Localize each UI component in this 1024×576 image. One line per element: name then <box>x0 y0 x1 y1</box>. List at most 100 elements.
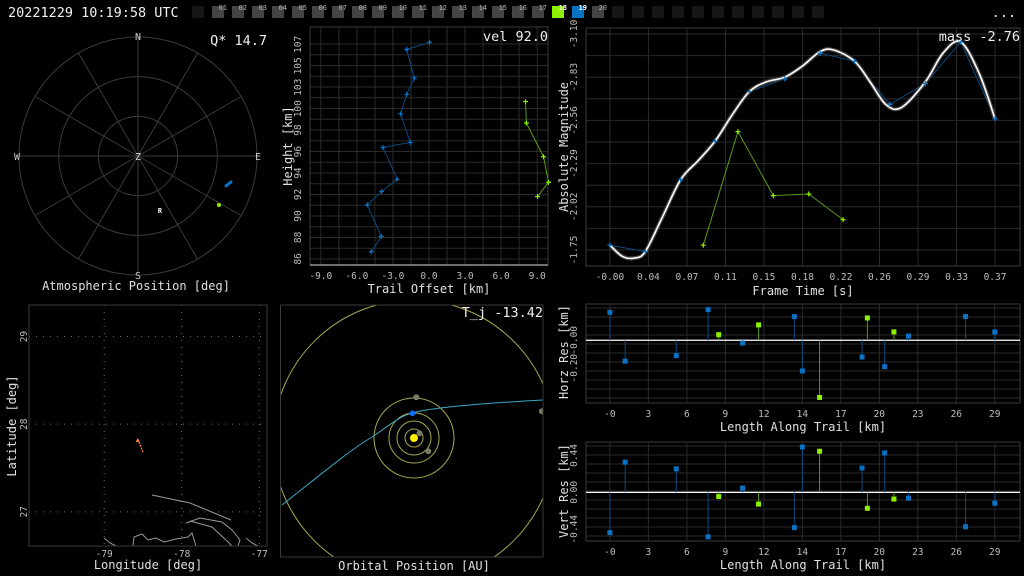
station-a-residual-marker <box>705 534 711 540</box>
y-tick-label: 100 <box>293 100 304 117</box>
x-tick-label: 0.37 <box>984 272 1007 283</box>
frame-box[interactable] <box>772 6 784 18</box>
station-b-residual-marker <box>716 332 722 338</box>
station-a-residual-marker <box>740 340 746 346</box>
y-tick-label: -2.83 <box>569 63 580 92</box>
y-tick-label: 29 <box>19 331 30 343</box>
frame-button-empty-31[interactable] <box>812 6 824 18</box>
frame-box[interactable] <box>812 6 824 18</box>
x-tick-label: 6 <box>684 547 690 558</box>
frame-box[interactable] <box>652 6 664 18</box>
frame-button-empty-23[interactable] <box>652 6 664 18</box>
frame-label: 08 <box>359 4 367 12</box>
horz-xlabel: Length Along Trail [km] <box>720 420 886 434</box>
frame-box[interactable] <box>632 6 644 18</box>
x-tick-label: -0.00 <box>596 272 625 283</box>
frame-label: 04 <box>279 4 287 12</box>
frame-button-empty-25[interactable] <box>692 6 704 18</box>
y-tick-label: -2.02 <box>569 192 580 221</box>
station-b-residual-marker <box>864 315 870 321</box>
y-tick-label: 86 <box>293 253 304 265</box>
x-tick-label: 17 <box>835 547 846 558</box>
frame-button-empty-24[interactable] <box>672 6 684 18</box>
frame-button-empty-30[interactable] <box>792 6 804 18</box>
frame-box[interactable] <box>712 6 724 18</box>
frame-label: 19 <box>579 4 587 12</box>
x-tick-label: 6 <box>684 409 690 420</box>
x-tick-label: 0.0 <box>420 271 437 282</box>
planet <box>413 394 420 401</box>
station-a-residual-marker <box>705 307 711 313</box>
x-tick-label: -9.0 <box>309 271 332 282</box>
frame-button-empty-0[interactable] <box>192 6 204 18</box>
x-tick-label: 14 <box>797 409 809 420</box>
x-tick-label: 6.0 <box>493 271 510 282</box>
station-b-residual-marker <box>817 448 823 454</box>
station-a-residual-marker <box>622 358 628 364</box>
station-a-residual-marker <box>791 525 797 531</box>
meteor-analysis-dashboard: 20221229 10:19:58 UTC 01 02 03 04 05 06 07 08 09… <box>0 0 1024 576</box>
x-tick-label: 3 <box>646 409 652 420</box>
x-tick-label: 14 <box>797 547 809 558</box>
frame-box[interactable] <box>192 6 204 18</box>
frame-label: 14 <box>479 4 487 12</box>
sun <box>410 434 418 442</box>
y-tick-label: 105 <box>293 57 304 74</box>
station-a-residual-marker <box>673 353 679 359</box>
x-tick-label: 12 <box>758 409 769 420</box>
frame-box[interactable] <box>732 6 744 18</box>
frame-label: 01 <box>219 4 227 12</box>
x-tick-label: 0.22 <box>830 272 853 283</box>
x-tick-label: 9.0 <box>529 271 546 282</box>
frame-box[interactable] <box>692 6 704 18</box>
y-tick-label: 96 <box>293 146 304 158</box>
x-tick-label: -0 <box>604 409 616 420</box>
frame-label: 10 <box>399 4 407 12</box>
station-b-residual-marker <box>817 394 823 400</box>
x-tick-label: 26 <box>951 547 963 558</box>
frame-button-empty-21[interactable] <box>612 6 624 18</box>
y-tick-label: 103 <box>293 79 304 96</box>
frame-box[interactable] <box>792 6 804 18</box>
mass-annotation: mass -2.76 <box>939 29 1020 45</box>
station-a-residual-marker <box>673 466 679 472</box>
x-tick-label: 0.33 <box>945 272 968 283</box>
x-tick-label: 9 <box>722 409 728 420</box>
frame-box[interactable] <box>672 6 684 18</box>
direction-label-north: N <box>135 32 141 43</box>
tisserand-annotation: T_j -13.42 <box>462 305 543 321</box>
q-star-annotation: Q* 14.7 <box>210 33 267 49</box>
y-tick-label: 27 <box>19 506 30 517</box>
x-tick-label: -0 <box>604 547 616 558</box>
frame-button-empty-28[interactable] <box>752 6 764 18</box>
y-tick-label: -0.20 <box>569 354 580 383</box>
planet <box>416 430 423 437</box>
station-a-residual-marker <box>740 485 746 491</box>
x-tick-label: 17 <box>835 409 846 420</box>
y-tick-label: 88 <box>293 231 304 243</box>
frame-label: 05 <box>299 4 307 12</box>
station-a-residual-marker <box>791 314 797 320</box>
frame-button-empty-29[interactable] <box>772 6 784 18</box>
frame-button-empty-22[interactable] <box>632 6 644 18</box>
station-a-residual-marker <box>859 465 865 471</box>
frame-button-empty-26[interactable] <box>712 6 724 18</box>
frame-label: 02 <box>239 4 247 12</box>
x-tick-label: 3.0 <box>456 271 473 282</box>
frame-box[interactable] <box>612 6 624 18</box>
x-tick-label: 26 <box>951 409 963 420</box>
frame-button-empty-27[interactable] <box>732 6 744 18</box>
y-tick-label: -0.44 <box>569 515 580 544</box>
station-b-residual-marker <box>756 501 762 507</box>
y-tick-label: 107 <box>293 36 304 53</box>
y-tick-label: -0.00 <box>569 326 580 355</box>
frame-label: 15 <box>499 4 507 12</box>
station-a-residual-marker <box>906 333 912 339</box>
station-b-point <box>216 203 221 208</box>
y-tick-label: 90 <box>293 210 304 222</box>
station-a-residual-marker <box>607 530 613 536</box>
more-menu-button[interactable]: ... <box>992 5 1016 21</box>
x-tick-label: 0.18 <box>791 272 814 283</box>
map-ylabel: Latitude [deg] <box>5 375 19 476</box>
frame-box[interactable] <box>752 6 764 18</box>
